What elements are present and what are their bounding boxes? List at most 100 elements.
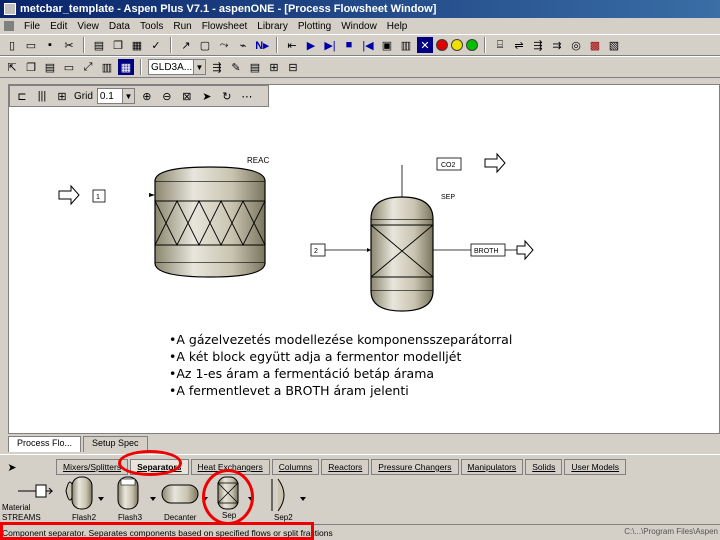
- rotate-icon[interactable]: ↻: [219, 88, 235, 104]
- note-line: •A gázelvezetés modellezése komponenssze…: [169, 332, 513, 347]
- notes-text: •A gázelvezetés modellezése komponenssze…: [169, 331, 512, 399]
- stream-2[interactable]: 2: [310, 243, 371, 257]
- paste-block-icon[interactable]: ▤: [42, 59, 58, 75]
- inlet-stream-1[interactable]: 1: [58, 184, 155, 206]
- menu-help[interactable]: Help: [387, 21, 408, 32]
- step-icon[interactable]: ▶|: [322, 37, 338, 53]
- new-file-icon[interactable]: ▯: [4, 37, 20, 53]
- align-icon[interactable]: ⊟: [285, 59, 301, 75]
- paste-icon[interactable]: ▦: [129, 37, 145, 53]
- reac-label: REAC: [247, 156, 269, 165]
- co2-label: CO2: [441, 162, 456, 169]
- grid-toggle-icon[interactable]: ⊏: [14, 88, 30, 104]
- pointer-icon[interactable]: ⇱: [4, 59, 20, 75]
- run-icon[interactable]: ▶: [303, 37, 319, 53]
- menu-flowsheet[interactable]: Flowsheet: [202, 21, 248, 32]
- close-x-icon[interactable]: ✕: [417, 37, 433, 53]
- note-line: •Az 1-es áram a fermentáció betáp árama: [169, 366, 435, 381]
- menu-tools[interactable]: Tools: [140, 21, 163, 32]
- sep-block[interactable]: [370, 196, 434, 312]
- broth-label: BROTH: [474, 248, 499, 255]
- menu-data[interactable]: Data: [109, 21, 130, 32]
- menu-view[interactable]: View: [77, 21, 99, 32]
- menu-plotting[interactable]: Plotting: [298, 21, 331, 32]
- vertical-lines-icon[interactable]: |||: [34, 88, 50, 104]
- palette-label-sep2: Sep2: [274, 513, 293, 522]
- annotate-icon[interactable]: ✎: [228, 59, 244, 75]
- ellipsis-icon[interactable]: ⋯: [239, 88, 255, 104]
- tab-setup-spec[interactable]: Setup Spec: [83, 436, 148, 452]
- results-icon[interactable]: ▥: [398, 37, 414, 53]
- print-icon[interactable]: ▤: [91, 37, 107, 53]
- menu-window[interactable]: Window: [341, 21, 377, 32]
- flowsheet-icon[interactable]: ⌁: [235, 37, 251, 53]
- grid-lines-icon[interactable]: ⊞: [54, 88, 70, 104]
- connect-icon[interactable]: ⤳: [216, 37, 232, 53]
- grid-label: Grid: [74, 90, 93, 102]
- document-icon: [4, 21, 14, 31]
- help-globe-icon[interactable]: ◎: [568, 37, 584, 53]
- chevron-down-icon[interactable]: ▼: [193, 60, 205, 74]
- check-icon[interactable]: ✓: [148, 37, 164, 53]
- flash2-icon[interactable]: [65, 476, 104, 510]
- pointer-arrow-icon[interactable]: ➤: [199, 88, 215, 104]
- palette-icons: [18, 476, 306, 512]
- block-icon[interactable]: ▢: [197, 37, 213, 53]
- aspen-plus-window: metcbar_template - Aspen Plus V7.1 - asp…: [0, 0, 720, 540]
- zoom-out-icon[interactable]: ⊖: [159, 88, 175, 104]
- stream-table-icon[interactable]: ⇶: [209, 59, 225, 75]
- material-stream-icon[interactable]: [18, 484, 54, 498]
- stream-1-label: 1: [96, 194, 100, 201]
- text-icon[interactable]: ▥: [99, 59, 115, 75]
- stop-icon[interactable]: ■: [341, 37, 357, 53]
- note-line: •A fermentlevet a BROTH áram jelenti: [169, 383, 409, 398]
- flash3-icon[interactable]: [117, 476, 156, 510]
- cut-icon[interactable]: ✂: [61, 37, 77, 53]
- save-icon[interactable]: ▪: [42, 37, 58, 53]
- menu-run[interactable]: Run: [173, 21, 191, 32]
- next-icon[interactable]: N▸: [254, 37, 270, 53]
- chevron-down-icon[interactable]: ▼: [121, 89, 134, 103]
- fit-icon[interactable]: ⊠: [179, 88, 195, 104]
- section-icon[interactable]: ▤: [247, 59, 263, 75]
- tab-process-flowsheet[interactable]: Process Flo...: [8, 436, 82, 452]
- menu-library[interactable]: Library: [257, 21, 288, 32]
- plot-icon[interactable]: ⌸: [492, 37, 508, 53]
- reinit-icon[interactable]: |◀: [360, 37, 376, 53]
- sep-icon-highlight: [202, 469, 254, 525]
- component-combo[interactable]: GLD3A... ▼: [148, 59, 206, 75]
- grid-combo[interactable]: 0.1 ▼: [96, 88, 135, 104]
- process-flowsheet-window: REAC 1 2 SEP CO2 BROTH ⊏ ||| ⊞ Grid 0.1 …: [8, 84, 720, 434]
- broth-stream[interactable]: BROTH: [433, 239, 534, 261]
- grid-icon[interactable]: ▩: [587, 37, 603, 53]
- menu-file[interactable]: File: [24, 21, 40, 32]
- copy-icon[interactable]: ❐: [110, 37, 126, 53]
- model-library-palette: ➤ Mixers/Splitters Separators Heat Excha…: [0, 450, 720, 525]
- copy-block-icon[interactable]: ❐: [23, 59, 39, 75]
- sep2-palette-icon[interactable]: [271, 478, 306, 512]
- stream-icon[interactable]: ↗: [178, 37, 194, 53]
- step-back-icon[interactable]: ⇤: [284, 37, 300, 53]
- library-icon[interactable]: ▧: [606, 37, 622, 53]
- move-icon[interactable]: ⤢: [80, 59, 96, 75]
- window-tabs: Process Flo... Setup Spec: [8, 436, 720, 452]
- main-toolbar: ▯ ▭ ▪ ✂ ▤ ❐ ▦ ✓ ↗ ▢ ⤳ ⌁ N▸ ⇤ ▶ ▶| ■ |◀ ▣…: [0, 34, 720, 56]
- graph-icon[interactable]: ⇶: [530, 37, 546, 53]
- table-icon[interactable]: ⇉: [549, 37, 565, 53]
- title-bar: metcbar_template - Aspen Plus V7.1 - asp…: [0, 0, 720, 18]
- reac-block[interactable]: [154, 166, 266, 278]
- status-path: C:\...\Program Files\Aspen: [624, 527, 718, 536]
- link-icon[interactable]: ⇌: [511, 37, 527, 53]
- property-icon[interactable]: ▦: [118, 59, 134, 75]
- note-line: •A két block együtt adja a fermentor mod…: [169, 349, 462, 364]
- menu-bar: File Edit View Data Tools Run Flowsheet …: [0, 18, 720, 34]
- menu-edit[interactable]: Edit: [50, 21, 67, 32]
- image-icon[interactable]: ▭: [61, 59, 77, 75]
- zoom-icon[interactable]: ⊞: [266, 59, 282, 75]
- window-title: metcbar_template - Aspen Plus V7.1 - asp…: [20, 3, 437, 15]
- status-highlight: [0, 522, 314, 540]
- zoom-in-icon[interactable]: ⊕: [139, 88, 155, 104]
- co2-stream[interactable]: CO2: [401, 152, 506, 197]
- open-folder-icon[interactable]: ▭: [23, 37, 39, 53]
- control-panel-icon[interactable]: ▣: [379, 37, 395, 53]
